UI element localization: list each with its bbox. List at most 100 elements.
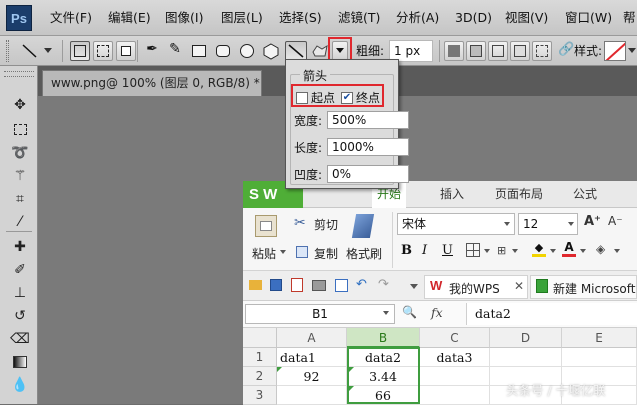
zoom-icon[interactable]: 🔍 [402,305,417,319]
start-checkbox-row[interactable]: 起点 [296,89,335,106]
column-header-b[interactable]: B [347,328,420,348]
grow-font-icon[interactable]: A⁺ [584,214,601,229]
custom-shape-icon[interactable] [311,43,329,59]
copy-icon[interactable] [296,246,308,258]
export-pdf-icon[interactable] [291,278,303,292]
tool-preset-arrow-icon[interactable] [44,48,52,53]
crop-tool-icon[interactable]: ⌗ [10,189,30,209]
format-painter-button[interactable]: 格式刷 [346,245,382,262]
row-header-3[interactable]: 3 [243,386,277,405]
paste-icon[interactable] [255,215,277,237]
clear-format-icon[interactable]: ◈ [596,242,605,256]
blur-tool-icon[interactable]: 💧 [10,375,30,395]
borders-dropdown-icon[interactable] [484,249,490,253]
freeform-pen-icon[interactable]: ✎ [166,41,184,61]
column-header-c[interactable]: C [420,328,490,348]
history-brush-icon[interactable]: ↺ [10,306,30,326]
font-size-dropdown-icon[interactable] [568,222,574,226]
pen-tool-icon[interactable]: ✒ [143,41,161,61]
paste-dropdown-icon[interactable] [280,250,286,254]
customize-bar-icon[interactable] [410,284,418,289]
geometry-options-button[interactable] [332,41,348,61]
name-box-dropdown-icon[interactable] [383,311,389,315]
shrink-font-icon[interactable]: A⁻ [608,214,623,228]
polygon-tool-icon[interactable] [262,42,280,60]
scissors-icon[interactable]: ✂ [294,215,306,231]
menu-help[interactable]: 帮 [623,0,636,36]
rounded-rectangle-icon[interactable] [216,45,230,57]
menu-filter[interactable]: 滤镜(T) [338,0,380,36]
cell-a3[interactable] [277,386,347,405]
close-icon[interactable]: ✕ [514,279,524,293]
fill-color-dropdown-icon[interactable] [550,249,556,253]
combine-exclude-icon[interactable] [532,41,552,61]
menu-window[interactable]: 窗口(W) [565,0,612,36]
print-preview-icon[interactable] [335,279,348,292]
row-header-2[interactable]: 2 [243,367,277,386]
font-name-combo[interactable]: 宋体 [397,213,515,235]
end-checkbox[interactable]: ✔ [341,91,353,104]
eyedropper-icon[interactable]: ⁄ [10,212,30,232]
style-picker[interactable] [604,41,626,61]
undo-icon[interactable]: ↶ [356,277,367,292]
save-icon[interactable] [270,279,282,291]
shape-layers-button[interactable] [70,41,90,61]
width-input[interactable]: 500% [327,111,409,129]
cell-a1[interactable]: data1 [277,348,347,367]
menu-select[interactable]: 选择(S) [279,0,322,36]
eraser-tool-icon[interactable]: ⌫ [10,329,30,349]
redo-icon[interactable]: ↷ [378,277,389,292]
font-color-dropdown-icon[interactable] [580,249,586,253]
row-header-1[interactable]: 1 [243,348,277,367]
borders-icon[interactable] [466,243,480,257]
cell-c1[interactable]: data3 [420,348,490,367]
font-name-dropdown-icon[interactable] [504,222,510,226]
combine-intersect-icon[interactable] [510,41,530,61]
fx-icon[interactable]: fx [431,305,443,320]
tab-insert[interactable]: 插入 [440,181,464,208]
clone-stamp-icon[interactable]: ⊥ [10,283,30,303]
tab-formulas[interactable]: 公式 [573,181,597,208]
column-header-a[interactable]: A [277,328,347,348]
italic-button[interactable]: I [422,243,427,258]
select-all-corner[interactable] [243,328,277,348]
healing-brush-icon[interactable]: ✚ [10,237,30,257]
merge-cells-icon[interactable]: ⊞ [497,244,506,257]
move-tool-icon[interactable]: ✥ [10,95,30,115]
cell-d1[interactable] [490,348,562,367]
line-tool-icon[interactable] [20,42,40,60]
copy-button[interactable]: 复制 [314,245,338,262]
bold-button[interactable]: B [401,243,412,258]
merge-dropdown-icon[interactable] [512,249,518,253]
marquee-tool-icon[interactable] [10,119,30,139]
panel-grip[interactable] [4,71,34,77]
magic-wand-icon[interactable]: ⚚ [10,166,30,186]
paths-button[interactable] [93,41,113,61]
clear-dropdown-icon[interactable] [614,249,620,253]
combine-subtract-icon[interactable] [488,41,508,61]
start-checkbox[interactable] [296,91,308,104]
paste-button[interactable]: 粘贴 [252,245,276,262]
length-input[interactable]: 1000% [327,138,409,156]
menu-file[interactable]: 文件(F) [50,0,92,36]
menu-3d[interactable]: 3D(D) [455,0,492,36]
cell-a2[interactable]: 92 [277,367,347,386]
tab-page-layout[interactable]: 页面布局 [495,181,543,208]
menu-edit[interactable]: 编辑(E) [108,0,151,36]
fill-pixels-button[interactable] [116,41,136,61]
cell-c2[interactable] [420,367,490,386]
open-icon[interactable] [249,280,262,290]
rectangle-tool-icon[interactable] [192,45,206,57]
combine-new-icon[interactable] [444,41,464,61]
line-shape-button[interactable] [285,41,307,61]
cell-e1[interactable] [562,348,637,367]
concavity-input[interactable]: 0% [327,165,409,183]
end-checkbox-row[interactable]: ✔ 终点 [341,89,380,106]
menu-view[interactable]: 视图(V) [505,0,548,36]
underline-button[interactable]: U [442,243,453,258]
menu-image[interactable]: 图像(I) [165,0,203,36]
brush-tool-icon[interactable]: ✐ [10,260,30,280]
font-color-icon[interactable]: A [562,240,576,257]
combine-add-icon[interactable] [466,41,486,61]
fill-color-icon[interactable]: ◆ [532,241,546,257]
